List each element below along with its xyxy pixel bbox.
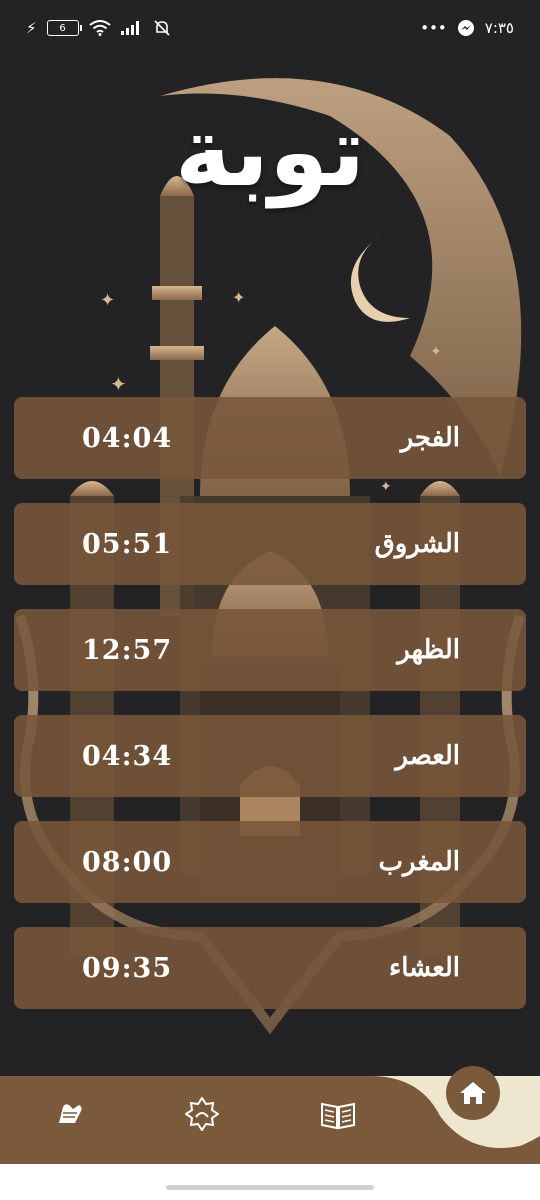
battery-level: 6 xyxy=(59,22,66,34)
clock: ٧:٣٥ xyxy=(484,19,514,37)
prayer-row[interactable]: 04:34 العصر xyxy=(14,715,526,797)
status-bar: ⚡ 6 ••• ٧:٣٥ xyxy=(0,0,540,56)
prayer-name: الشروق xyxy=(374,529,460,559)
messenger-icon xyxy=(457,20,474,36)
prayer-time: 05:51 xyxy=(82,528,173,560)
wifi-icon xyxy=(88,20,111,36)
quran-book-icon xyxy=(321,1102,355,1130)
prayer-row[interactable]: 08:00 المغرب xyxy=(14,821,526,903)
svg-text:✦: ✦ xyxy=(100,290,115,311)
prayer-times-list: 04:04 الفجر 05:51 الشروق 12:57 الظهر 04:… xyxy=(14,397,526,1033)
svg-text:✦: ✦ xyxy=(232,288,245,307)
prayer-time: 08:00 xyxy=(82,846,173,878)
status-left: ⚡ 6 xyxy=(26,19,171,37)
svg-text:✦: ✦ xyxy=(430,344,442,360)
nav-home-button[interactable] xyxy=(446,1066,500,1120)
nav-dua-button[interactable] xyxy=(50,1094,90,1134)
battery-icon: 6 xyxy=(46,20,82,36)
prayer-time: 04:34 xyxy=(82,740,173,772)
prayer-row[interactable]: 09:35 العشاء xyxy=(14,927,526,1009)
prayer-name: العصر xyxy=(395,741,460,771)
nav-quran-button[interactable] xyxy=(318,1094,358,1134)
dua-hands-icon xyxy=(59,1104,82,1123)
svg-text:✦: ✦ xyxy=(110,372,127,396)
home-indicator[interactable] xyxy=(166,1185,374,1190)
prayer-time: 12:57 xyxy=(82,634,173,666)
app-title: توبة xyxy=(174,96,366,208)
gesture-area xyxy=(0,1164,540,1200)
prayer-row[interactable]: 05:51 الشروق xyxy=(14,503,526,585)
prayer-row[interactable]: 04:04 الفجر xyxy=(14,397,526,479)
prayer-name: الظهر xyxy=(397,635,460,665)
home-icon xyxy=(460,1082,486,1104)
prayer-name: الفجر xyxy=(400,423,460,453)
signal-icon xyxy=(120,21,139,35)
status-right: ••• ٧:٣٥ xyxy=(420,19,514,37)
allah-emblem-icon xyxy=(185,1097,219,1131)
charging-icon: ⚡ xyxy=(26,18,37,37)
prayer-time: 04:04 xyxy=(82,422,173,454)
nav-names-button[interactable] xyxy=(182,1094,222,1134)
mute-bell-icon xyxy=(153,20,170,36)
prayer-name: المغرب xyxy=(378,847,460,877)
more-dots-icon: ••• xyxy=(420,19,447,37)
prayer-row[interactable]: 12:57 الظهر xyxy=(14,609,526,691)
prayer-name: العشاء xyxy=(388,953,460,983)
prayer-time: 09:35 xyxy=(82,952,173,984)
